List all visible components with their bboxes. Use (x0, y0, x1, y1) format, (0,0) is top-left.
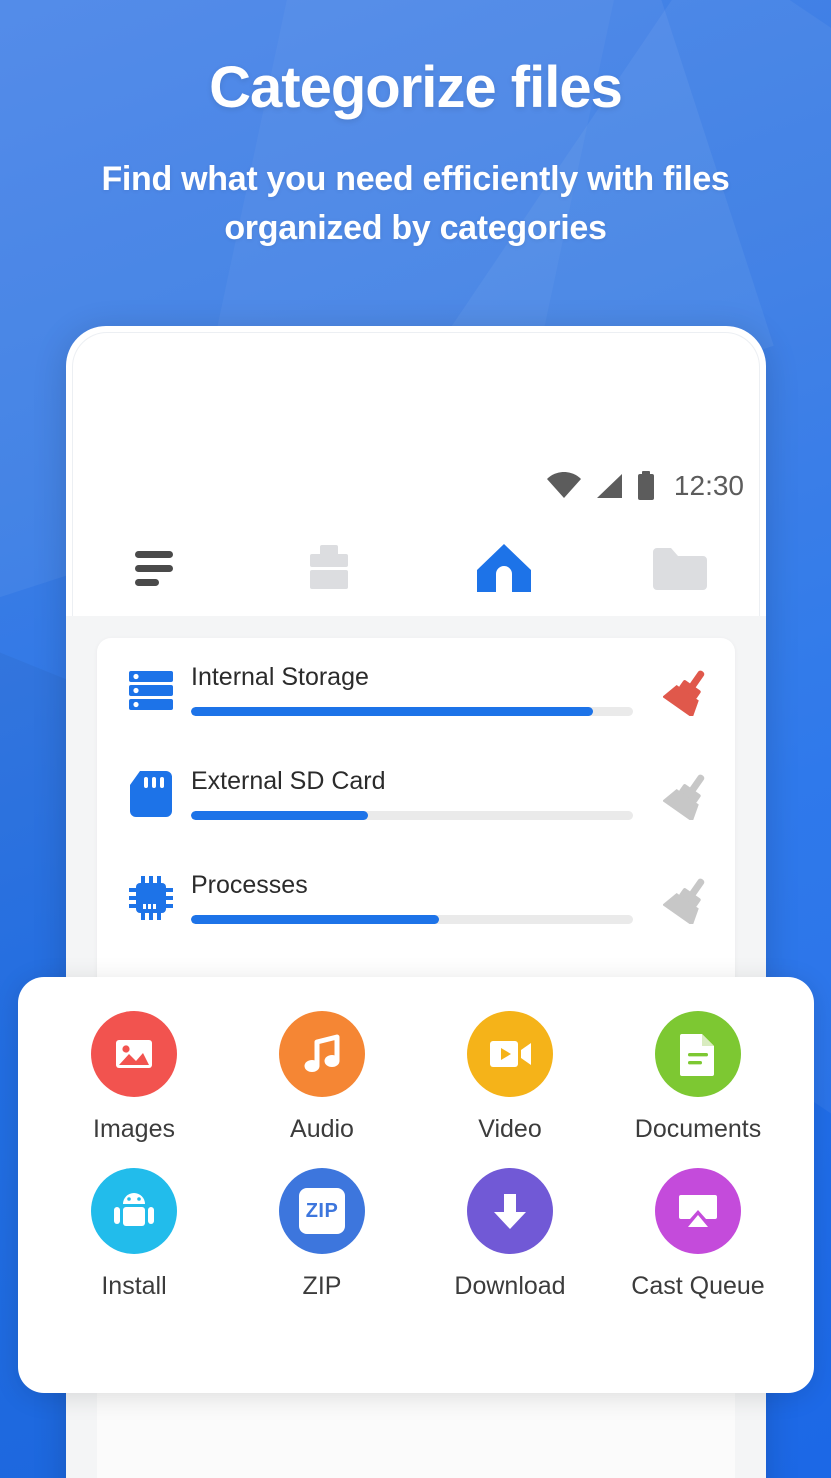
category-icon-circle: ZIP (279, 1168, 365, 1254)
status-bar-clock: 12:30 (673, 470, 744, 501)
storage-progress-fill (191, 810, 368, 820)
category-item-documents[interactable]: Documents (604, 1011, 792, 1144)
storage-row-label: External SD Card (191, 767, 386, 796)
airplay-cast-icon (679, 1195, 717, 1227)
battery-icon (637, 471, 654, 500)
category-icon-circle (91, 1011, 177, 1097)
storage-row-processes[interactable]: Processes (97, 846, 735, 950)
wifi-icon (546, 472, 581, 498)
nav-item-folder[interactable] (591, 520, 766, 616)
category-label: Documents (634, 1115, 762, 1143)
nav-item-home[interactable] (416, 520, 591, 616)
storage-row-label: Internal Storage (191, 663, 369, 692)
storage-row-sdcard[interactable]: External SD Card (97, 742, 735, 846)
top-navigation-bar (66, 520, 766, 616)
page-title: Categorize files (209, 55, 623, 120)
storage-row-label: Processes (191, 871, 308, 900)
category-label: Download (454, 1272, 566, 1300)
toolbox-icon (309, 545, 348, 589)
clean-button-processes[interactable] (643, 872, 735, 924)
page-subtitle: Find what you need efficiently with file… (101, 159, 730, 248)
clean-button-sdcard[interactable] (643, 768, 735, 820)
status-bar: 12:30 (66, 459, 766, 513)
category-label: ZIP (302, 1272, 342, 1300)
storage-progress-track (191, 706, 633, 716)
hamburger-menu-icon (134, 550, 173, 586)
sd-card-icon (123, 769, 179, 819)
image-icon (116, 1040, 152, 1068)
category-icon-circle (655, 1011, 741, 1097)
storage-progress-track (191, 914, 633, 924)
category-item-download[interactable]: Download (416, 1168, 604, 1301)
category-item-zip[interactable]: ZIP ZIP (228, 1168, 416, 1301)
category-item-cast-queue[interactable]: Cast Queue (604, 1168, 792, 1301)
music-note-icon (304, 1034, 340, 1072)
storage-row-body: Internal Storage (179, 664, 643, 716)
storage-row-body: Processes (179, 872, 643, 924)
broom-icon (663, 670, 705, 716)
broom-icon (663, 878, 705, 924)
cpu-chip-icon (123, 874, 179, 922)
hero-text-block: Categorize files Find what you need effi… (0, 55, 831, 253)
signal-icon (596, 474, 622, 498)
category-label: Install (101, 1272, 167, 1300)
category-item-images[interactable]: Images (40, 1011, 228, 1144)
category-label: Audio (290, 1115, 354, 1143)
category-label: Cast Queue (631, 1272, 765, 1300)
video-camera-icon (490, 1041, 531, 1067)
category-item-audio[interactable]: Audio (228, 1011, 416, 1144)
broom-icon (663, 774, 705, 820)
category-icon-circle (91, 1168, 177, 1254)
category-icon-circle (467, 1168, 553, 1254)
document-icon (680, 1034, 714, 1076)
category-icon-circle (655, 1168, 741, 1254)
category-label: Video (478, 1115, 542, 1143)
storage-progress-track (191, 810, 633, 820)
storage-progress-fill (191, 706, 594, 716)
clean-button-internal[interactable] (643, 664, 735, 716)
home-icon (476, 544, 531, 592)
zip-icon: ZIP (299, 1188, 345, 1234)
category-panel: Images Audio Video Documents Install ZIP… (18, 977, 814, 1393)
category-grid: Images Audio Video Documents Install ZIP… (40, 1011, 792, 1301)
category-label: Images (93, 1115, 175, 1143)
android-robot-icon (114, 1193, 154, 1226)
storage-row-internal[interactable]: Internal Storage (97, 638, 735, 742)
download-arrow-icon (494, 1194, 526, 1229)
nav-item-menu[interactable] (66, 520, 241, 616)
storage-row-body: External SD Card (179, 768, 643, 820)
category-icon-circle (467, 1011, 553, 1097)
promo-screenshot: Categorize files Find what you need effi… (0, 0, 831, 1478)
folder-icon (652, 548, 707, 590)
category-icon-circle (279, 1011, 365, 1097)
category-item-video[interactable]: Video (416, 1011, 604, 1144)
server-stack-icon (123, 666, 179, 714)
storage-progress-fill (191, 914, 439, 924)
category-item-install[interactable]: Install (40, 1168, 228, 1301)
nav-item-toolbox[interactable] (241, 520, 416, 616)
